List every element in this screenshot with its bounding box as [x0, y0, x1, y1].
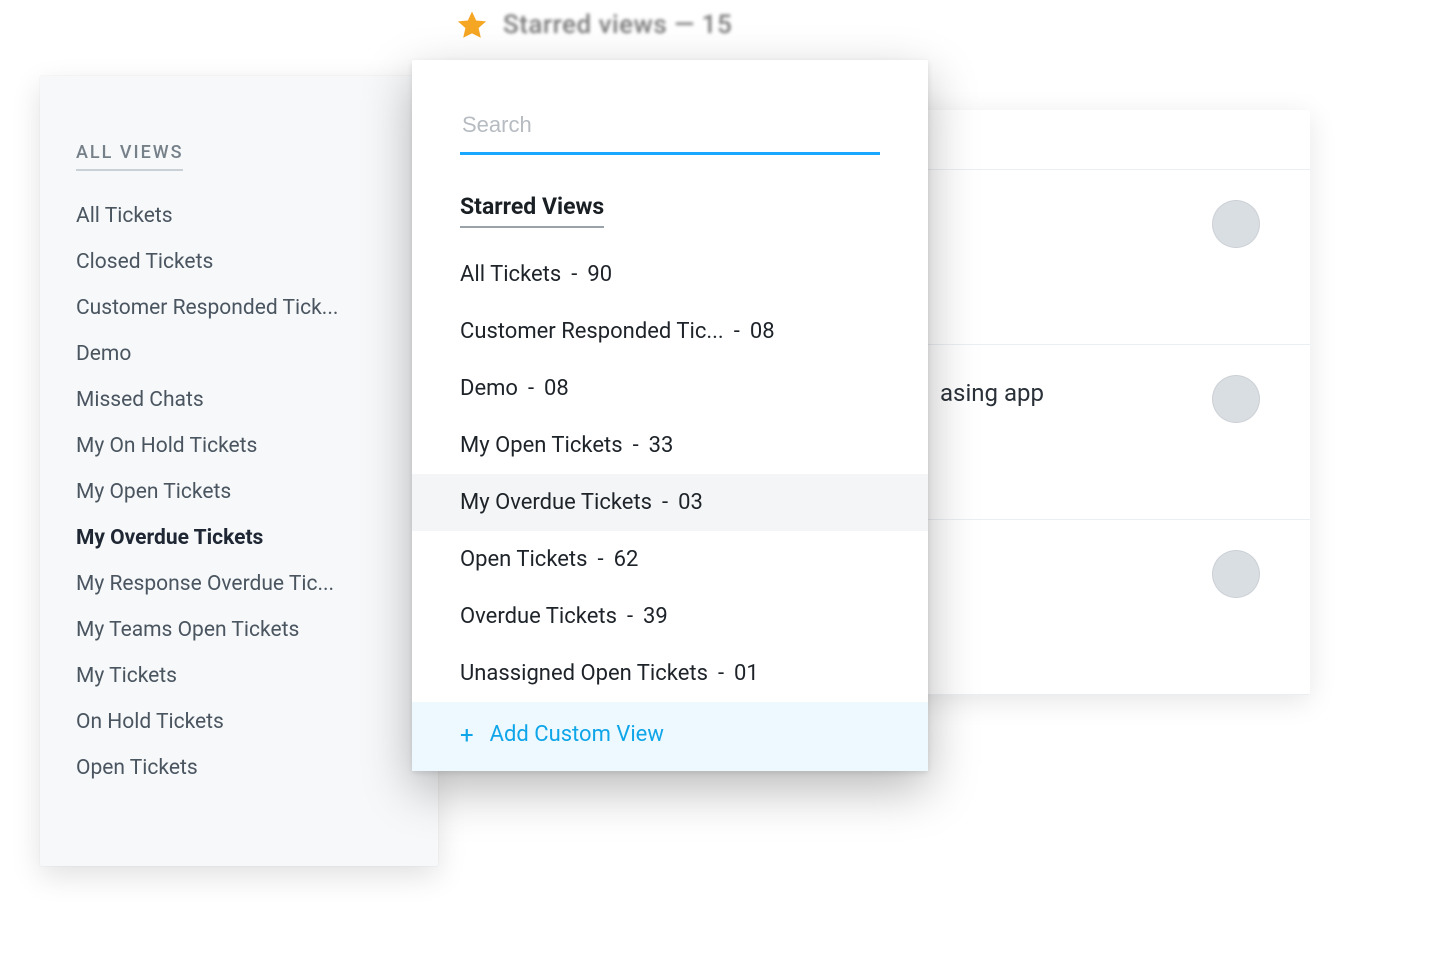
views-sidebar: ALL VIEWS All TicketsClosed TicketsCusto…	[40, 76, 438, 866]
avatar[interactable]	[1212, 550, 1260, 598]
starred-view-count: 39	[643, 604, 668, 629]
starred-view-label: Customer Responded Tic...	[460, 319, 724, 344]
separator: -	[627, 604, 633, 629]
separator: -	[571, 262, 577, 287]
sidebar-section-title: ALL VIEWS	[76, 142, 183, 171]
avatar[interactable]	[1212, 200, 1260, 248]
search-input[interactable]	[460, 102, 880, 155]
starred-view-item[interactable]: All Tickets - 90	[412, 246, 928, 303]
starred-view-item[interactable]: Customer Responded Tic... - 08	[412, 303, 928, 360]
starred-view-count: 08	[750, 319, 775, 344]
starred-view-item[interactable]: My Overdue Tickets - 03	[412, 474, 928, 531]
sidebar-view-item[interactable]: Missed Chats	[76, 377, 408, 423]
sidebar-view-item[interactable]: Closed Tickets	[76, 239, 408, 285]
sidebar-view-item[interactable]: My Tickets	[76, 653, 408, 699]
dropdown-group-title: Starred Views	[460, 193, 604, 228]
starred-view-item[interactable]: Open Tickets - 62	[412, 531, 928, 588]
sidebar-view-item[interactable]: All Tickets	[76, 193, 408, 239]
starred-view-label: My Overdue Tickets	[460, 490, 652, 515]
separator: -	[718, 661, 724, 686]
separator: -	[662, 490, 668, 515]
ticket-title-fragment: asing app	[940, 379, 1044, 407]
add-custom-view-label: Add Custom View	[490, 722, 664, 747]
starred-view-label: Overdue Tickets	[460, 604, 617, 629]
starred-view-label: Demo	[460, 376, 518, 401]
separator: -	[528, 376, 534, 401]
sidebar-view-item[interactable]: My Response Overdue Tic...	[76, 561, 408, 607]
sidebar-view-list: All TicketsClosed TicketsCustomer Respon…	[76, 193, 408, 791]
sidebar-view-item[interactable]: Demo	[76, 331, 408, 377]
starred-views-list: All Tickets - 90Customer Responded Tic..…	[412, 246, 928, 702]
starred-view-item[interactable]: Unassigned Open Tickets - 01	[412, 645, 928, 702]
starred-view-item[interactable]: Overdue Tickets - 39	[412, 588, 928, 645]
header-starred-views: Starred views — 15	[455, 8, 732, 42]
starred-view-count: 90	[587, 262, 612, 287]
separator: -	[734, 319, 740, 344]
star-icon	[455, 8, 489, 42]
sidebar-view-item[interactable]: Open Tickets	[76, 745, 408, 791]
plus-icon: +	[460, 723, 474, 747]
add-custom-view-button[interactable]: + Add Custom View	[412, 702, 928, 771]
starred-view-label: Open Tickets	[460, 547, 587, 572]
starred-view-label: All Tickets	[460, 262, 561, 287]
starred-view-count: 62	[614, 547, 639, 572]
sidebar-view-item[interactable]: Customer Responded Tick...	[76, 285, 408, 331]
starred-view-count: 08	[544, 376, 569, 401]
starred-view-count: 03	[678, 490, 703, 515]
header-star-label: Starred views — 15	[503, 10, 732, 40]
separator: -	[597, 547, 603, 572]
avatar[interactable]	[1212, 375, 1260, 423]
sidebar-view-item[interactable]: My Open Tickets	[76, 469, 408, 515]
starred-view-label: Unassigned Open Tickets	[460, 661, 708, 686]
starred-view-item[interactable]: My Open Tickets - 33	[412, 417, 928, 474]
separator: -	[633, 433, 639, 458]
starred-view-count: 01	[734, 661, 759, 686]
sidebar-view-item[interactable]: My Overdue Tickets	[76, 515, 408, 561]
sidebar-view-item[interactable]: My On Hold Tickets	[76, 423, 408, 469]
sidebar-view-item[interactable]: My Teams Open Tickets	[76, 607, 408, 653]
starred-view-label: My Open Tickets	[460, 433, 623, 458]
starred-view-count: 33	[649, 433, 674, 458]
sidebar-view-item[interactable]: On Hold Tickets	[76, 699, 408, 745]
starred-view-item[interactable]: Demo - 08	[412, 360, 928, 417]
views-dropdown: Starred Views All Tickets - 90Customer R…	[412, 60, 928, 771]
